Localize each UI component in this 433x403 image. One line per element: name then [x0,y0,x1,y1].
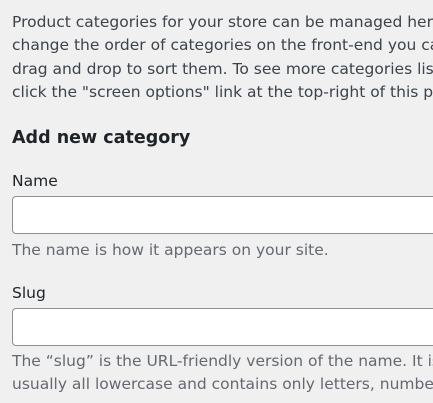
intro-line: change the order of categories on the fr… [12,36,433,55]
name-label: Name [12,172,58,190]
slug-input[interactable] [12,308,433,346]
intro-description: Product categories for your store can be… [12,11,433,105]
intro-line: click the "screen options" link at the t… [12,83,433,102]
name-help-text: The name is how it appears on your site. [12,241,329,259]
name-input[interactable] [12,196,433,234]
intro-line: Product categories for your store can be… [12,13,433,31]
intro-line: drag and drop to sort them. To see more … [12,59,433,78]
slug-help-line: usually all lowercase and contains only … [12,375,433,394]
add-new-category-heading: Add new category [12,128,191,148]
slug-help-line: The “slug” is the URL-friendly version o… [12,352,433,370]
slug-help-text: The “slug” is the URL-friendly version o… [12,350,433,397]
slug-label: Slug [12,284,46,302]
add-category-panel: Product categories for your store can be… [0,0,433,403]
